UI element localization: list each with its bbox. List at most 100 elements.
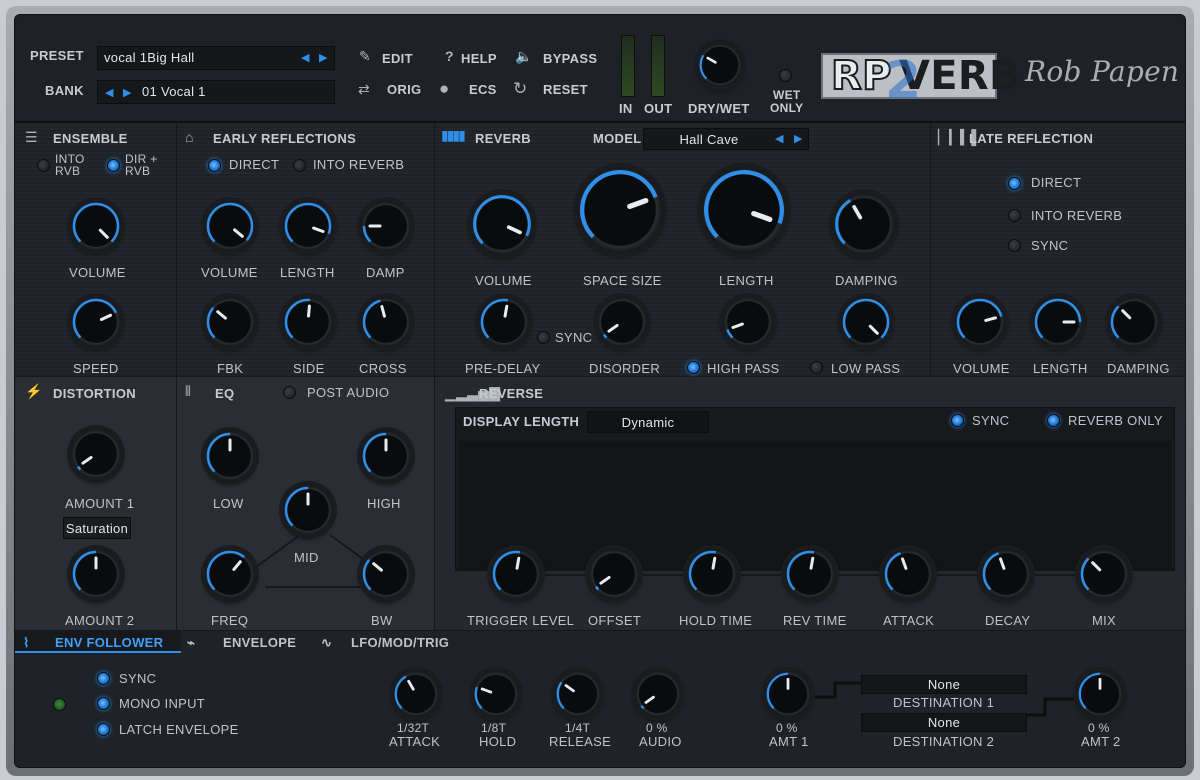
early-side-knob[interactable]: [283, 297, 333, 347]
preset-next-arrow[interactable]: ▶: [319, 51, 328, 64]
late-damping-knob[interactable]: [1109, 297, 1159, 347]
low-pass-knob[interactable]: [841, 297, 891, 347]
plugin-panel: PRESET vocal 1Big Hall ◀ ▶ BANK 01 Vocal…: [14, 14, 1186, 768]
ensemble-speed-knob[interactable]: [71, 297, 121, 347]
sliders-icon: ⫴: [185, 383, 192, 399]
early-cross-knob[interactable]: [361, 297, 411, 347]
mix-knob[interactable]: [1079, 549, 1129, 599]
env-audio-knob[interactable]: [635, 671, 681, 717]
eq-high-label: HIGH: [367, 496, 401, 511]
ensemble-volume-knob[interactable]: [71, 201, 121, 251]
early-volume-knob[interactable]: [205, 201, 255, 251]
bank-prev-arrow[interactable]: ◀: [105, 86, 114, 99]
late-into-reverb-toggle[interactable]: [1008, 209, 1021, 222]
reset-icon: ↻: [513, 79, 528, 98]
eq-low-knob[interactable]: [205, 431, 255, 481]
pre-delay-knob[interactable]: [479, 297, 529, 347]
destination2-select[interactable]: None: [861, 713, 1027, 732]
reverse-sync-label: SYNC: [972, 413, 1010, 428]
amount2-knob[interactable]: [71, 549, 121, 599]
late-direct-toggle[interactable]: [1008, 177, 1021, 190]
tab-envelope[interactable]: ENVELOPE: [223, 635, 296, 650]
model-select[interactable]: Hall Cave: [643, 128, 809, 150]
output-meter: [651, 35, 665, 97]
tab-lfo-mod-trig[interactable]: LFO/MOD/TRIG: [351, 635, 449, 650]
tab-env-follower[interactable]: ⌇ ENV FOLLOWER: [15, 631, 181, 653]
eq-bw-knob[interactable]: [361, 549, 411, 599]
env-hold-label: HOLD: [479, 734, 517, 749]
rob-papen-logo: Rob Papen: [1025, 55, 1180, 88]
late-length-knob[interactable]: [1033, 297, 1083, 347]
model-prev-arrow[interactable]: ◀: [775, 132, 784, 145]
trigger-level-knob[interactable]: [491, 549, 541, 599]
post-audio-toggle[interactable]: [283, 386, 296, 399]
reverse-sync-toggle[interactable]: [951, 414, 964, 427]
eq-high-knob[interactable]: [361, 431, 411, 481]
latch-envelope-toggle[interactable]: [97, 723, 110, 736]
display-length-label: DISPLAY LENGTH: [463, 414, 580, 429]
mono-input-toggle[interactable]: [97, 697, 110, 710]
env-release-knob[interactable]: [555, 671, 601, 717]
env-release-label: RELEASE: [549, 734, 612, 749]
late-volume-knob[interactable]: [955, 297, 1005, 347]
amt1-knob[interactable]: [765, 671, 811, 717]
late-sync-toggle[interactable]: [1008, 239, 1021, 252]
distortion-type-select[interactable]: Saturation: [63, 517, 131, 539]
ensemble-dir-rvb-toggle[interactable]: [107, 159, 120, 172]
preset-field[interactable]: vocal 1Big Hall: [97, 46, 335, 70]
hold-time-knob[interactable]: [687, 549, 737, 599]
model-next-arrow[interactable]: ▶: [794, 132, 803, 145]
ensemble-into-rvb-toggle[interactable]: [37, 159, 50, 172]
space-size-knob[interactable]: [577, 167, 663, 253]
env-attack-knob[interactable]: [393, 671, 439, 717]
amount1-knob[interactable]: [71, 429, 121, 479]
env-hold-knob[interactable]: [473, 671, 519, 717]
dry-wet-knob[interactable]: [698, 43, 742, 87]
disorder-knob[interactable]: [597, 297, 647, 347]
high-pass-knob[interactable]: [723, 297, 773, 347]
attack-label: ATTACK: [883, 613, 935, 628]
early-fbk-knob[interactable]: [205, 297, 255, 347]
amt2-knob[interactable]: [1077, 671, 1123, 717]
layers-icon: ☰: [25, 129, 38, 145]
help-button[interactable]: HELP: [461, 51, 497, 66]
bank-field[interactable]: 01 Vocal 1: [97, 80, 335, 104]
orig-button[interactable]: ORIG: [387, 82, 421, 97]
early-side-label: SIDE: [293, 361, 325, 376]
early-into-reverb-toggle[interactable]: [293, 159, 306, 172]
eq-mid-knob[interactable]: [283, 485, 333, 535]
wet-only-toggle[interactable]: [779, 69, 792, 82]
ecs-button[interactable]: ECS: [469, 82, 497, 97]
model-label: MODEL: [593, 131, 642, 146]
reset-button[interactable]: RESET: [543, 82, 588, 97]
reverb-only-toggle[interactable]: [1047, 414, 1060, 427]
reverb-damping-knob[interactable]: [833, 193, 895, 255]
late-reflection-title: LATE REFLECTION: [969, 131, 1094, 146]
reverb-title: REVERB: [475, 131, 531, 146]
env-sync-toggle[interactable]: [97, 672, 110, 685]
attack-knob[interactable]: [883, 549, 933, 599]
reverb-volume-knob[interactable]: [471, 193, 533, 255]
lfo-wave-icon: ∿: [321, 635, 333, 650]
bank-next-arrow[interactable]: ▶: [123, 86, 132, 99]
env-audio-label: AUDIO: [639, 734, 682, 749]
pre-delay-sync-toggle[interactable]: [537, 331, 550, 344]
offset-knob[interactable]: [589, 549, 639, 599]
display-length-select[interactable]: Dynamic: [587, 411, 709, 433]
edit-button[interactable]: EDIT: [382, 51, 413, 66]
early-direct-label: DIRECT: [229, 157, 280, 172]
rev-time-knob[interactable]: [785, 549, 835, 599]
destination1-select[interactable]: None: [861, 675, 1027, 694]
early-direct-toggle[interactable]: [208, 159, 221, 172]
early-damp-knob[interactable]: [361, 201, 411, 251]
high-pass-toggle[interactable]: [687, 361, 700, 374]
preset-prev-arrow[interactable]: ◀: [301, 51, 310, 64]
decay-knob[interactable]: [981, 549, 1031, 599]
early-length-knob[interactable]: [283, 201, 333, 251]
bypass-button[interactable]: BYPASS: [543, 51, 597, 66]
eq-freq-knob[interactable]: [205, 549, 255, 599]
reverb-length-knob[interactable]: [701, 167, 787, 253]
low-pass-toggle[interactable]: [810, 361, 823, 374]
input-meter: [621, 35, 635, 97]
eq-low-label: LOW: [213, 496, 244, 511]
